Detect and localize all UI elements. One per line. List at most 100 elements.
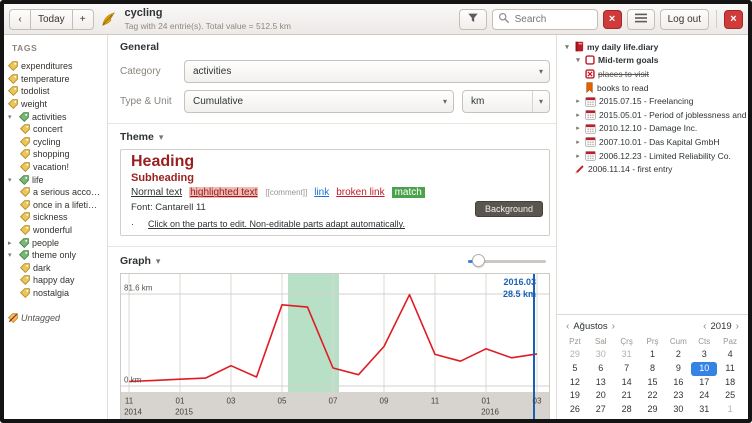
tag-row[interactable]: concert [4, 123, 107, 136]
calendar-day[interactable]: 1 [717, 403, 743, 417]
tag-category-row[interactable]: ▾life [4, 173, 107, 186]
theme-normal-text-sample[interactable]: Normal text [131, 187, 182, 198]
next-year-button[interactable]: › [732, 321, 743, 332]
expander-icon[interactable]: ▸ [574, 97, 582, 105]
tag-row[interactable]: todolist [4, 85, 107, 98]
calendar-day[interactable]: 2 [665, 348, 691, 362]
tag-row[interactable]: once in a lifeti… [4, 199, 107, 212]
calendar-day[interactable]: 13 [588, 376, 614, 390]
type-dropdown[interactable]: Cumulative ▾ [184, 90, 454, 113]
calendar-day[interactable]: 8 [640, 362, 666, 376]
calendar-day[interactable]: 27 [588, 403, 614, 417]
clear-filter-button[interactable]: × [603, 10, 622, 29]
close-button[interactable]: × [724, 10, 743, 29]
theme-match-sample[interactable]: match [392, 187, 425, 198]
next-month-button[interactable]: › [608, 321, 619, 332]
expander-icon[interactable]: ▾ [156, 256, 161, 267]
menu-button[interactable] [627, 9, 655, 30]
calendar-day[interactable]: 10 [691, 362, 717, 376]
unit-combo[interactable]: km ▾ [462, 90, 550, 113]
diary-row[interactable]: ▾my daily life.diary [561, 40, 746, 54]
background-button[interactable]: Background [475, 201, 543, 217]
calendar-day[interactable]: 4 [717, 348, 743, 362]
calendar-day[interactable]: 16 [665, 376, 691, 390]
diary-row[interactable]: ▸2015.05.01 - Period of joblessness and … [561, 108, 746, 122]
tag-row[interactable]: nostalgia [4, 287, 107, 300]
calendar-day[interactable]: 29 [562, 348, 588, 362]
calendar-day[interactable]: 23 [665, 389, 691, 403]
tag-row[interactable]: a serious acco… [4, 186, 107, 199]
theme-highlight-sample[interactable]: highlighted text [189, 187, 258, 198]
calendar-day[interactable]: 17 [691, 376, 717, 390]
theme-broken-link-sample[interactable]: broken link [336, 187, 384, 198]
calendar-day[interactable]: 25 [717, 389, 743, 403]
diary-row[interactable]: books to read [561, 81, 746, 95]
calendar-day[interactable]: 18 [717, 376, 743, 390]
diary-row[interactable]: ▸2010.12.10 - Damage Inc. [561, 122, 746, 136]
tag-row[interactable]: wonderful [4, 224, 107, 237]
expander-icon[interactable]: ▾ [159, 132, 164, 143]
tag-row[interactable]: cycling [4, 136, 107, 149]
calendar-day[interactable]: 6 [588, 362, 614, 376]
calendar-day[interactable]: 12 [562, 376, 588, 390]
graph-zoom-slider[interactable] [468, 254, 546, 268]
tag-row[interactable]: happy day [4, 274, 107, 287]
calendar-day[interactable]: 24 [691, 389, 717, 403]
category-dropdown[interactable]: activities ▾ [184, 60, 550, 83]
calendar-day[interactable]: 11 [717, 362, 743, 376]
theme-preview[interactable]: Heading Subheading Normal text highlight… [120, 149, 550, 236]
calendar-day[interactable]: 20 [588, 389, 614, 403]
expander-icon[interactable]: ▸ [8, 239, 16, 247]
calendar-day[interactable]: 22 [640, 389, 666, 403]
diary-row[interactable]: ▾Mid-term goals [561, 54, 746, 68]
calendar-day[interactable]: 14 [614, 376, 640, 390]
theme-comment-sample[interactable]: [[comment]] [265, 188, 307, 197]
calendar-day[interactable]: 30 [588, 348, 614, 362]
diary-row[interactable]: 2006.11.14 - first entry [561, 162, 746, 176]
calendar-day[interactable]: 9 [665, 362, 691, 376]
calendar-day[interactable]: 31 [614, 348, 640, 362]
tag-category-row[interactable]: ▾theme only [4, 249, 107, 262]
calendar-day[interactable]: 1 [640, 348, 666, 362]
tag-row[interactable]: temperature [4, 73, 107, 86]
expander-icon[interactable]: ▸ [574, 152, 582, 160]
filter-button[interactable] [459, 9, 487, 30]
diary-row[interactable]: ▸2015.07.15 - Freelancing [561, 94, 746, 108]
tag-row[interactable]: vacation! [4, 161, 107, 174]
prev-year-button[interactable]: ‹ [699, 321, 710, 332]
calendar-day[interactable]: 29 [640, 403, 666, 417]
add-entry-button[interactable]: + [72, 9, 94, 30]
calendar-day[interactable]: 31 [691, 403, 717, 417]
expander-icon[interactable]: ▾ [563, 43, 571, 51]
calendar-day[interactable]: 5 [562, 362, 588, 376]
expander-icon[interactable]: ▸ [574, 111, 582, 119]
calendar-day[interactable]: 15 [640, 376, 666, 390]
calendar-day[interactable]: 3 [691, 348, 717, 362]
tag-category-row[interactable]: ▾activities [4, 110, 107, 123]
calendar-day[interactable]: 21 [614, 389, 640, 403]
diary-row[interactable]: ▸2006.12.23 - Limited Reliability Co. [561, 149, 746, 163]
back-button[interactable]: ‹ [9, 9, 30, 30]
theme-section-head[interactable]: Theme ▾ [120, 131, 550, 143]
theme-link-sample[interactable]: link [314, 187, 329, 198]
calendar-day[interactable]: 30 [665, 403, 691, 417]
search-box[interactable] [492, 9, 598, 30]
prev-month-button[interactable]: ‹ [562, 321, 573, 332]
expander-icon[interactable]: ▾ [8, 251, 16, 259]
graph-canvas[interactable]: 11201401201503050709110120160381.6 km0 k… [121, 274, 549, 419]
theme-subheading-sample[interactable]: Subheading [131, 172, 539, 184]
tag-row[interactable]: sickness [4, 211, 107, 224]
tag-category-row[interactable]: ▸people [4, 236, 107, 249]
search-input[interactable] [513, 13, 589, 26]
calendar-day[interactable]: 19 [562, 389, 588, 403]
calendar-day[interactable]: 28 [614, 403, 640, 417]
expander-icon[interactable]: ▾ [8, 176, 16, 184]
diary-row[interactable]: ▸2007.10.01 - Das Kapital GmbH [561, 135, 746, 149]
slider-handle[interactable] [472, 254, 485, 267]
calendar-day[interactable]: 7 [614, 362, 640, 376]
expander-icon[interactable]: ▾ [8, 113, 16, 121]
expander-icon[interactable]: ▾ [574, 56, 582, 64]
graph-section-head[interactable]: Graph ▾ [120, 254, 550, 268]
tag-row[interactable]: Untagged [4, 311, 107, 324]
expander-icon[interactable]: ▸ [574, 138, 582, 146]
